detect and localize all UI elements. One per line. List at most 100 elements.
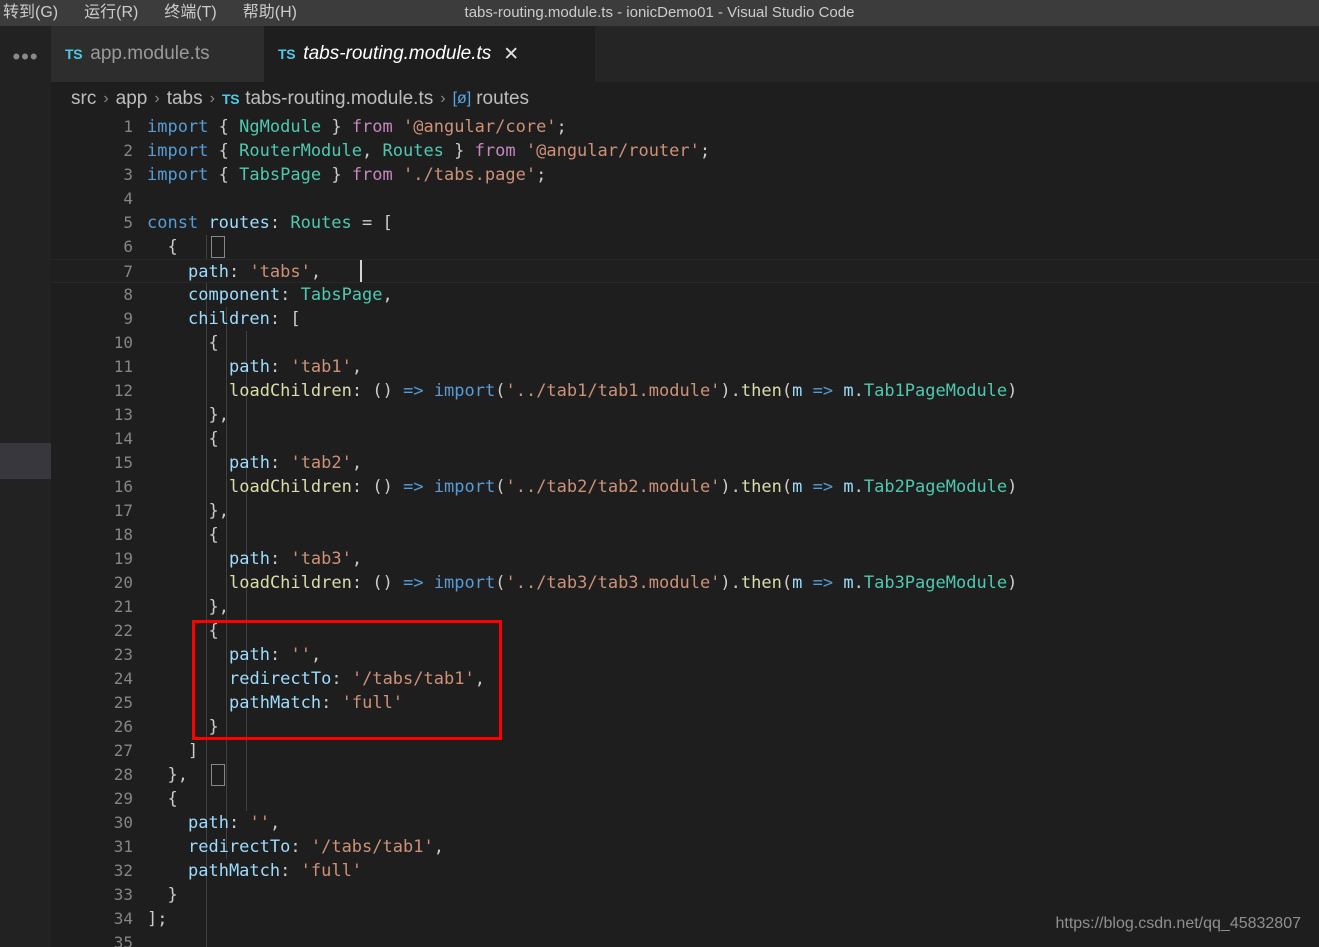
code-line[interactable]: 32 pathMatch: 'full' <box>51 859 1319 883</box>
code-line[interactable]: 19 path: 'tab3', <box>51 547 1319 571</box>
code-editor[interactable]: 1 import { NgModule } from '@angular/core… <box>51 115 1319 947</box>
breadcrumb-item-file[interactable]: tabs-routing.module.ts <box>245 88 433 110</box>
code-line[interactable]: 14 { <box>51 427 1319 451</box>
code-line[interactable]: 21 }, <box>51 595 1319 619</box>
line-number: 7 <box>123 262 133 281</box>
line-number: 14 <box>113 429 133 448</box>
code-line[interactable]: 15 path: 'tab2', <box>51 451 1319 475</box>
line-number: 23 <box>113 645 133 664</box>
line-number: 19 <box>113 549 133 568</box>
code-line[interactable]: 3 import { TabsPage } from './tabs.page'; <box>51 163 1319 187</box>
line-content: redirectTo: '/tabs/tab1', <box>229 669 485 689</box>
activity-bar: ••• <box>0 26 51 947</box>
code-line[interactable]: 30 path: '', <box>51 811 1319 835</box>
line-content: pathMatch: 'full' <box>229 693 404 713</box>
code-line[interactable]: 6 { <box>51 235 1319 259</box>
tab-label: tabs-routing.module.ts <box>303 43 492 64</box>
code-line[interactable]: 22 { <box>51 619 1319 643</box>
code-line[interactable]: 23 path: '', <box>51 643 1319 667</box>
more-actions-icon[interactable]: ••• <box>8 42 43 72</box>
bracket-match-highlight <box>211 764 225 786</box>
line-content: import { TabsPage } from './tabs.page'; <box>147 165 547 185</box>
line-content: loadChildren: () => import('../tab2/tab2… <box>229 477 1018 497</box>
line-content: path: '', <box>229 645 322 665</box>
line-number: 30 <box>113 813 133 832</box>
line-content: path: '', <box>188 813 281 833</box>
line-content: const routes: Routes = [ <box>147 213 393 233</box>
breadcrumb-item-symbol[interactable]: routes <box>476 88 529 110</box>
line-content: }, <box>167 765 189 785</box>
line-content: } <box>167 885 178 905</box>
line-number: 17 <box>113 501 133 520</box>
code-line[interactable]: 18 { <box>51 523 1319 547</box>
code-line[interactable]: 2 import { RouterModule, Routes } from '@… <box>51 139 1319 163</box>
breadcrumb-item-src[interactable]: src <box>71 88 96 110</box>
line-number: 31 <box>113 837 133 856</box>
editor-tab-bar: TS app.module.ts TS tabs-routing.module.… <box>51 26 1319 82</box>
code-line[interactable]: 20 loadChildren: () => import('../tab3/t… <box>51 571 1319 595</box>
code-line[interactable]: 31 redirectTo: '/tabs/tab1', <box>51 835 1319 859</box>
code-line[interactable]: 8 component: TabsPage, <box>51 283 1319 307</box>
line-content: ] <box>188 741 199 761</box>
line-content: path: 'tabs', <box>188 262 322 282</box>
code-line[interactable]: 27 ] <box>51 739 1319 763</box>
code-line[interactable]: 33 } <box>51 883 1319 907</box>
window-title: tabs-routing.module.ts - ionicDemo01 - V… <box>464 4 855 21</box>
line-number: 9 <box>123 309 133 328</box>
code-line[interactable]: 1 import { NgModule } from '@angular/core… <box>51 115 1319 139</box>
chevron-right-icon: › <box>209 89 215 107</box>
code-line[interactable]: 24 redirectTo: '/tabs/tab1', <box>51 667 1319 691</box>
code-lines[interactable]: 1 import { NgModule } from '@angular/core… <box>51 115 1319 947</box>
tab-app-module[interactable]: TS app.module.ts <box>51 26 264 82</box>
tab-tabs-routing-module[interactable]: TS tabs-routing.module.ts ✕ <box>264 26 595 82</box>
breadcrumb-item-tabs[interactable]: tabs <box>167 88 203 110</box>
code-line[interactable]: 29 { <box>51 787 1319 811</box>
line-number: 18 <box>113 525 133 544</box>
line-content: redirectTo: '/tabs/tab1', <box>188 837 444 857</box>
typescript-file-icon: TS <box>221 90 240 107</box>
line-number: 12 <box>113 381 133 400</box>
line-number: 11 <box>113 357 133 376</box>
code-line[interactable]: 16 loadChildren: () => import('../tab2/t… <box>51 475 1319 499</box>
code-line[interactable]: 13 }, <box>51 403 1319 427</box>
line-number: 35 <box>113 933 133 947</box>
code-line[interactable]: 26 } <box>51 715 1319 739</box>
line-number: 4 <box>123 189 133 208</box>
code-line[interactable]: 11 path: 'tab1', <box>51 355 1319 379</box>
breadcrumb-item-app[interactable]: app <box>116 88 148 110</box>
line-number: 6 <box>123 237 133 256</box>
line-number: 28 <box>113 765 133 784</box>
code-line[interactable]: 9 children: [ <box>51 307 1319 331</box>
code-line[interactable]: 35 <box>51 931 1319 947</box>
line-content: } <box>208 717 219 737</box>
line-number: 24 <box>113 669 133 688</box>
line-number: 1 <box>123 117 133 136</box>
line-number: 22 <box>113 621 133 640</box>
line-content: path: 'tab1', <box>229 357 363 377</box>
code-line[interactable]: 7 path: 'tabs', <box>51 259 1319 283</box>
code-line[interactable]: 5 const routes: Routes = [ <box>51 211 1319 235</box>
line-number: 27 <box>113 741 133 760</box>
line-content: { <box>167 789 178 809</box>
code-line[interactable]: 25 pathMatch: 'full' <box>51 691 1319 715</box>
line-content: }, <box>208 405 230 425</box>
code-line[interactable]: 17 }, <box>51 499 1319 523</box>
typescript-file-icon: TS <box>278 46 296 62</box>
text-cursor <box>360 260 362 282</box>
line-content: }, <box>208 597 230 617</box>
code-line[interactable]: 12 loadChildren: () => import('../tab1/t… <box>51 379 1319 403</box>
bracket-match-highlight <box>211 236 225 258</box>
line-number: 5 <box>123 213 133 232</box>
code-line[interactable]: 10 { <box>51 331 1319 355</box>
typescript-file-icon: TS <box>65 46 83 62</box>
title-bar: 转到(G) 运行(R) 终端(T) 帮助(H) tabs-routing.mod… <box>0 0 1319 26</box>
line-content: { <box>208 621 219 641</box>
close-icon[interactable]: ✕ <box>503 45 519 64</box>
code-line[interactable]: 28 }, <box>51 763 1319 787</box>
chevron-right-icon: › <box>103 89 109 107</box>
line-content: { <box>167 237 178 257</box>
line-content: ]; <box>147 909 168 929</box>
code-line[interactable]: 4 <box>51 187 1319 211</box>
activity-bar-active-item[interactable] <box>0 443 51 479</box>
vscode-window: 转到(G) 运行(R) 终端(T) 帮助(H) tabs-routing.mod… <box>0 0 1319 947</box>
